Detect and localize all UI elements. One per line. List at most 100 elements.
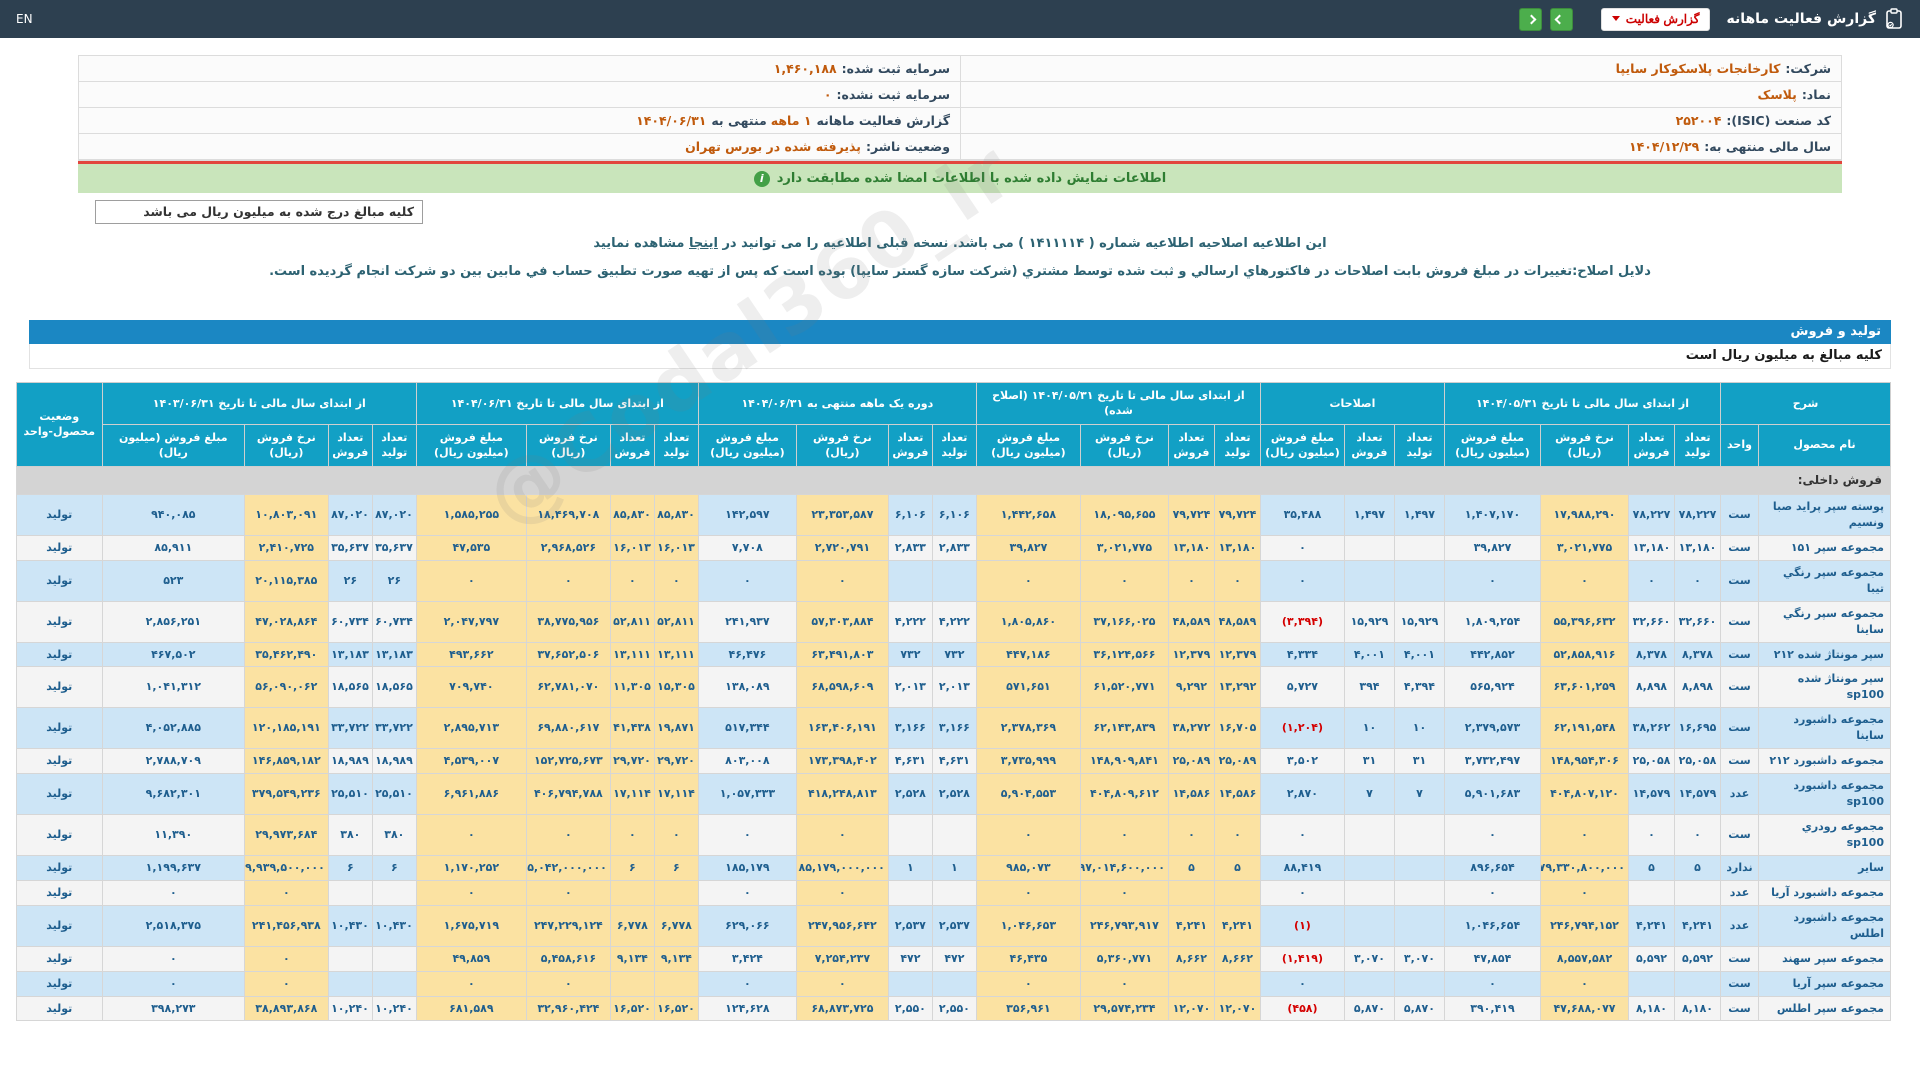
signature-match-banner: اطلاعات نمایش داده شده با اطلاعات امضا ش… xyxy=(78,164,1842,193)
table-row: مجموعه سپر رنگي ساینا ست ۳۲,۶۶۰ ۳۲,۶۶۰ ۵۵,۳۹… xyxy=(15,600,1891,643)
value-cell: ۳۵,۶۳۷ xyxy=(371,534,417,561)
value-cell: ۰ xyxy=(1628,559,1675,602)
product-name-cell: سایر xyxy=(1758,854,1891,881)
column-header-desc: نام محصول xyxy=(1758,423,1891,467)
value-cell: ۱۶,۶۹۵ xyxy=(1674,707,1721,750)
value-cell: ۱۶,۵۲۰ xyxy=(653,995,699,1022)
value-cell: ۶ xyxy=(371,854,417,881)
product-name-cell: پوسته سپر پراید صبا ونسیم xyxy=(1758,493,1891,536)
value-cell: ۱۱,۳۰۵ xyxy=(609,666,655,709)
value-cell: ۵۲,۸۱۱ xyxy=(653,600,699,643)
value-cell: ۲,۵۳۷ xyxy=(887,904,933,947)
column-header-prod: تعداد تولید xyxy=(1393,423,1445,467)
value-cell: ۰ xyxy=(1213,559,1261,602)
production-table-wrap: شرح از ابتدای سال مالی تا تاریخ ۱۴۰۴/۰۵/۳… xyxy=(15,382,1892,1022)
value-cell: ۹,۱۳۴ xyxy=(653,945,699,972)
value-cell: ۲,۳۷۸,۳۶۹ xyxy=(975,707,1081,750)
column-header-prod: تعداد تولید xyxy=(1674,423,1721,467)
value-cell: ۱۶,۵۲۰ xyxy=(609,995,655,1022)
company-name-value[interactable]: کارخانجات پلاسکوکار سایپا xyxy=(1616,61,1781,76)
column-header-prod: تعداد تولید xyxy=(931,423,977,467)
symbol-value[interactable]: پلاسک xyxy=(1758,87,1797,102)
value-cell: ۲,۸۵۶,۲۵۱ xyxy=(101,600,245,643)
report-type-dropdown[interactable]: گزارش فعالیت xyxy=(1600,7,1711,31)
product-name-cell: مجموعه سپر ۱۵۱ xyxy=(1758,534,1891,561)
value-cell: ۹,۲۹۲ xyxy=(1167,666,1215,709)
value-cell: ۵ xyxy=(1628,854,1675,881)
value-cell: ۸,۸۹۸ xyxy=(1674,666,1721,709)
value-cell: ۲۵,۵۱۰ xyxy=(327,773,373,816)
value-cell: ۰ xyxy=(525,814,611,856)
language-toggle[interactable]: EN xyxy=(16,12,33,26)
column-header-amount: مبلغ فروش (میلیون ریال) xyxy=(1259,423,1345,467)
info-icon: i xyxy=(753,170,770,187)
value-cell: ۱۹۵,۰۴۲,۰۰۰,۰۰۰ xyxy=(525,854,611,881)
value-cell: ۰ xyxy=(975,814,1081,856)
value-cell: ۵,۵۹۲ xyxy=(1628,945,1675,972)
value-cell: ۱۶۳,۴۰۶,۱۹۱ xyxy=(795,707,889,750)
value-cell: ۱,۰۴۱,۳۱۲ xyxy=(101,666,245,709)
value-cell: ۲۶ xyxy=(371,559,417,602)
previous-report-button[interactable] xyxy=(1549,7,1573,31)
clipboard-icon xyxy=(1884,8,1904,30)
value-cell: ۸,۳۷۸ xyxy=(1628,641,1675,668)
next-report-button[interactable] xyxy=(1518,7,1542,31)
unregistered-capital-row: سرمایه ثبت نشده: ۰ xyxy=(79,82,960,108)
previous-version-link[interactable]: اینجا xyxy=(689,236,718,251)
value-cell: ۰ xyxy=(1443,970,1542,997)
value-cell: ۰ xyxy=(1540,814,1629,856)
product-name-cell: مجموعه داشبورد ۲۱۲ xyxy=(1758,748,1891,775)
value-cell: ۴۷۲ xyxy=(931,945,977,972)
value-cell: ۸۹۶,۶۵۴ xyxy=(1443,854,1542,881)
column-header-sold: تعداد فروش xyxy=(1343,423,1395,467)
column-header-rate: نرخ فروش (ریال) xyxy=(1079,423,1169,467)
value-cell: ۱۸۵,۱۷۹,۰۰۰,۰۰۰ xyxy=(795,854,889,881)
value-cell: ۰ xyxy=(1443,879,1542,906)
value-cell: ۱۵,۳۰۵ xyxy=(653,666,699,709)
value-cell: ۸۵,۹۱۱ xyxy=(101,534,245,561)
value-cell: ۱,۸۰۵,۸۶۰ xyxy=(975,600,1081,643)
value-cell: ۰ xyxy=(415,879,527,906)
value-cell: ۲۹,۵۷۴,۲۳۴ xyxy=(1079,995,1169,1022)
value-cell: ۴,۲۲۲ xyxy=(887,600,933,643)
value-cell: ۲۴۶,۷۹۴,۱۵۲ xyxy=(1540,904,1629,947)
million-note-wrap: کلیه مبالغ درج شده به میلیون ریال می باش… xyxy=(78,200,1842,224)
unit-cell: ست xyxy=(1720,970,1759,997)
value-cell: ۱۳,۲۹۲ xyxy=(1213,666,1261,709)
value-cell: ۰ xyxy=(525,879,611,906)
registered-capital-row: سرمایه ثبت شده: ۱,۴۶۰,۱۸۸ xyxy=(79,56,960,82)
value-cell xyxy=(371,879,417,906)
status-cell: تولید xyxy=(15,493,103,536)
value-cell: ۷۰۹,۷۴۰ xyxy=(415,666,527,709)
value-cell: ۱۰,۴۳۰ xyxy=(327,904,373,947)
value-cell: ۳۱ xyxy=(1393,748,1445,775)
value-cell: ۰ xyxy=(1079,970,1169,997)
value-cell: ۳۹,۸۲۷ xyxy=(975,534,1081,561)
value-cell xyxy=(1393,814,1445,856)
value-cell: ۲۵,۰۸۹ xyxy=(1167,748,1215,775)
value-cell xyxy=(931,879,977,906)
value-cell: ۰ xyxy=(1540,970,1629,997)
column-header-rate: نرخ فروش (ریال) xyxy=(1540,423,1629,467)
section-row-domestic-sales: فروش داخلی: xyxy=(15,465,1892,495)
value-cell xyxy=(609,970,655,997)
value-cell: ۱۵,۹۲۹ xyxy=(1393,600,1445,643)
value-cell: ۰ xyxy=(697,970,797,997)
value-cell: ۳۳,۷۲۲ xyxy=(371,707,417,750)
value-cell: ۷۹,۷۲۴ xyxy=(1167,493,1215,536)
value-cell xyxy=(1393,879,1445,906)
value-cell: ۱۵۲,۷۲۵,۶۷۳ xyxy=(525,748,611,775)
value-cell: ۴,۰۰۱ xyxy=(1343,641,1395,668)
value-cell xyxy=(653,879,699,906)
value-cell xyxy=(887,559,933,602)
value-cell: ۰ xyxy=(525,970,611,997)
value-cell: ۲,۰۴۷,۷۹۷ xyxy=(415,600,527,643)
value-cell: (۳,۳۹۴) xyxy=(1259,600,1345,643)
column-header-rate: نرخ فروش (ریال) xyxy=(243,423,329,467)
value-cell xyxy=(327,970,373,997)
value-cell: ۱,۱۷۰,۲۵۲ xyxy=(415,854,527,881)
value-cell: ۰ xyxy=(415,559,527,602)
value-cell: ۶,۱۰۶ xyxy=(931,493,977,536)
value-cell: ۱۲۰,۱۸۵,۱۹۱ xyxy=(243,707,329,750)
value-cell: ۲۴۷,۹۵۶,۶۴۲ xyxy=(795,904,889,947)
